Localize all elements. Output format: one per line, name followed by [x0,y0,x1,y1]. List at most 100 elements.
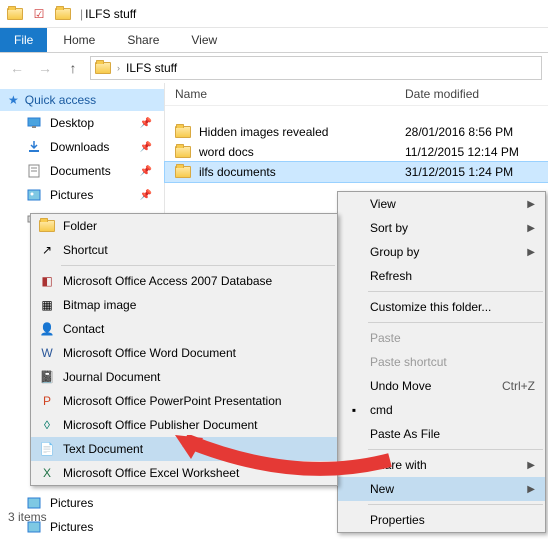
ctx-label: Microsoft Office Access 2007 Database [63,274,272,288]
ctx-paste: Paste [338,326,545,350]
text-icon: 📄 [38,441,56,457]
chevron-right-icon: › [117,63,120,73]
chevron-right-icon: ▶ [527,199,535,210]
file-row-selected[interactable]: ilfs documents 31/12/2015 1:24 PM [165,162,548,182]
forward-button[interactable]: → [34,57,56,79]
ctx-label: New [370,482,394,496]
column-name[interactable]: Name [175,87,405,101]
ctx-label: Microsoft Office Word Document [63,346,236,360]
ctx-label: Paste As File [370,427,440,441]
context-menu: View ▶ Sort by▶ Group by ▶ Refresh Customi… [337,191,546,533]
pin-icon: 📌 [140,166,152,177]
ctx-share[interactable]: Share with▶ [338,453,545,477]
ctx-label: Paste [370,331,401,345]
ctx-label: Journal Document [63,370,160,384]
home-tab[interactable]: Home [47,28,111,52]
excel-icon: X [38,465,56,481]
ctx-label: Undo Move [370,379,431,393]
ctx-label: Contact [63,322,104,336]
pin-icon: 📌 [140,142,152,153]
ctx-paste-as-file[interactable]: Paste As File [338,422,545,446]
file-date: 11/12/2015 12:14 PM [405,145,519,159]
sidebar-item-label: Pictures [50,496,93,510]
quick-access-label: Quick access [25,93,96,107]
ctx-sort[interactable]: Sort by▶ [338,216,545,240]
sidebar-item-documents[interactable]: Documents 📌 [0,159,164,183]
publisher-icon: ◊ [38,417,56,433]
separator [61,265,335,266]
separator [368,291,543,292]
sub-bitmap[interactable]: ▦Bitmap image [31,293,337,317]
ribbon: File Home Share View [0,28,548,53]
ctx-new[interactable]: New▶ [338,477,545,501]
column-date[interactable]: Date modified [405,87,479,101]
ctx-properties[interactable]: Properties [338,508,545,532]
ctx-label: Group by [370,245,419,259]
file-tab[interactable]: File [0,28,47,52]
up-button[interactable]: ↑ [62,57,84,79]
sub-powerpoint[interactable]: P Microsoft Office PowerPoint Presentatio… [31,389,337,413]
status-bar: 3 items [0,506,55,528]
ctx-label: Microsoft Office Publisher Document [63,418,258,432]
back-button[interactable]: ← [6,57,28,79]
file-date: 28/01/2016 8:56 PM [405,125,513,139]
sidebar-item-downloads[interactable]: Downloads 📌 [0,135,164,159]
qat-check-icon[interactable]: ☑ [30,6,48,22]
sidebar-item-label: Pictures [50,188,93,202]
file-name: word docs [199,145,254,159]
ctx-label: Shortcut [63,243,108,257]
share-tab[interactable]: Share [111,28,175,52]
sub-publisher[interactable]: ◊ Microsoft Office Publisher Document [31,413,337,437]
column-headers[interactable]: Name Date modified [165,83,548,106]
powerpoint-icon: P [38,393,56,409]
sidebar-item-pictures[interactable]: Pictures 📌 [0,183,164,207]
breadcrumb-item[interactable]: ILFS stuff [126,61,177,75]
download-icon [26,139,42,155]
view-tab[interactable]: View [175,28,233,52]
sub-journal[interactable]: 📓Journal Document [31,365,337,389]
ctx-refresh[interactable]: Refresh [338,264,545,288]
sub-text-document[interactable]: 📄Text Document [31,437,337,461]
separator [368,322,543,323]
separator [368,449,543,450]
sub-word[interactable]: W Microsoft Office Word Document [31,341,337,365]
ctx-label: Microsoft Office PowerPoint Presentation [63,394,282,408]
ctx-label: Folder [63,219,97,233]
window-title: ILFS stuff [85,7,136,21]
ctx-label: Bitmap image [63,298,136,312]
pictures-icon [26,187,42,203]
sub-folder[interactable]: Folder [31,214,337,238]
sidebar-item-label: Downloads [50,140,109,154]
file-row[interactable]: word docs 11/12/2015 12:14 PM [165,142,548,162]
ctx-undo[interactable]: Undo MoveCtrl+Z [338,374,545,398]
cmd-icon: ▪ [345,402,363,418]
pin-icon: 📌 [140,118,152,129]
sub-access[interactable]: ◧Microsoft Office Access 2007 Database [31,269,337,293]
ctx-paste-shortcut: Paste shortcut [338,350,545,374]
ctx-label: View [370,197,396,211]
sub-contact[interactable]: 👤Contact [31,317,337,341]
quick-access[interactable]: ★ Quick access [0,89,164,111]
ctx-view[interactable]: View ▶ [338,192,545,216]
ctx-cmd[interactable]: ▪cmd [338,398,545,422]
file-name: Hidden images revealed [199,125,328,139]
file-row[interactable]: Hidden images revealed 28/01/2016 8:56 P… [165,122,548,142]
qat-dropdown-icon[interactable] [54,6,72,22]
sub-shortcut[interactable]: ↗ Shortcut [31,238,337,262]
word-icon: W [38,345,56,361]
sidebar-item-label: Desktop [50,116,94,130]
chevron-right-icon: ▶ [527,247,535,258]
ctx-label: Refresh [370,269,412,283]
chevron-right-icon: ▶ [527,223,535,234]
ctx-customize[interactable]: Customize this folder... [338,295,545,319]
sub-excel[interactable]: XMicrosoft Office Excel Worksheet [31,461,337,485]
sidebar-item-label: Documents [50,164,111,178]
ctx-group[interactable]: Group by ▶ [338,240,545,264]
sidebar-item-label: Pictures [50,520,93,534]
separator: | [80,7,83,21]
breadcrumb[interactable]: › ILFS stuff [90,56,542,80]
pin-icon: 📌 [140,190,152,201]
file-date: 31/12/2015 1:24 PM [405,165,513,179]
sidebar-item-desktop[interactable]: Desktop 📌 [0,111,164,135]
shortcut-icon: ↗ [38,242,56,258]
